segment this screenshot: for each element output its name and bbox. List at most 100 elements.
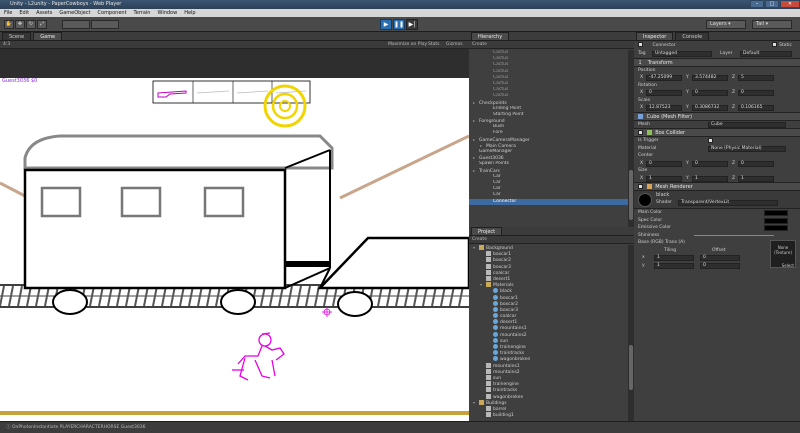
mesh-filter-header[interactable]: Cube (Mesh Filter) [634, 111, 800, 121]
box-collider-enabled-checkbox[interactable] [638, 130, 643, 135]
mesh-renderer-header[interactable]: Mesh Renderer [634, 182, 800, 191]
position-y-field[interactable]: 3.574482 [692, 75, 728, 81]
global-toggle[interactable] [91, 20, 119, 29]
menu-edit[interactable]: Edit [19, 10, 29, 16]
spec-color-swatch[interactable] [764, 217, 788, 224]
menu-window[interactable]: Window [157, 10, 177, 16]
minimize-button[interactable]: – [750, 0, 764, 8]
hierarchy-create-button[interactable]: Create [472, 42, 487, 47]
box-collider-header[interactable]: Box Collider [634, 128, 800, 137]
aspect-dropdown[interactable]: 4:3 [3, 42, 10, 47]
game-scene-drawing [0, 80, 469, 381]
scale-y-field[interactable]: 0.3086732 [692, 105, 728, 111]
rotation-z-field[interactable]: 0 [738, 90, 774, 96]
rotation-x-field[interactable]: 0 [646, 90, 682, 96]
menu-file[interactable]: File [4, 10, 12, 16]
menu-assets[interactable]: Assets [36, 10, 52, 16]
tag-dropdown[interactable]: Untagged [652, 51, 712, 57]
static-toggle[interactable]: Static [772, 41, 792, 50]
layers-dropdown[interactable]: Layers ▾ [706, 20, 746, 29]
maximize-button[interactable]: □ [765, 0, 779, 8]
center-label-row: Center [634, 152, 800, 160]
crosshair-icon [322, 307, 332, 317]
project-create-button[interactable]: Create [472, 237, 487, 242]
rotate-tool-icon[interactable]: ↻ [26, 20, 36, 29]
scale-tool-icon[interactable]: ⤢ [37, 20, 47, 29]
game-viewport[interactable]: Guest3036 $0 [0, 78, 469, 421]
position-x-field[interactable]: -47.25099 [646, 75, 682, 81]
menu-help[interactable]: Help [184, 10, 195, 16]
texture-file-icon [486, 387, 491, 393]
menu-gameobject[interactable]: GameObject [59, 10, 90, 16]
stats-toggle[interactable]: Stats [428, 41, 440, 49]
maximize-on-play-toggle[interactable]: Maximize on Play [388, 41, 427, 49]
tab-inspector[interactable]: Inspector [636, 32, 674, 40]
texture-select-button[interactable]: Select [782, 262, 794, 270]
pivot-toggle[interactable] [62, 20, 90, 29]
layer-dropdown[interactable]: Default [740, 51, 792, 57]
size-z-field[interactable]: 1 [738, 175, 774, 182]
mesh-field[interactable]: Cube [708, 121, 786, 128]
main-toolbar: ✋ ✥ ↻ ⤢ ▶ ❚❚ ▶| Layers ▾ Tall ▾ [0, 17, 800, 32]
active-checkbox[interactable] [638, 42, 643, 47]
move-tool-icon[interactable]: ✥ [15, 20, 25, 29]
close-button[interactable]: ✕ [780, 0, 800, 8]
main-color-swatch[interactable] [764, 210, 788, 216]
size-y-field[interactable]: 1 [692, 175, 728, 182]
material-icon [493, 313, 498, 319]
hierarchy-item-label: Cactus [493, 50, 509, 55]
project-item[interactable]: building1 [469, 412, 628, 418]
transform-header[interactable]: ↧ Transform [634, 57, 800, 67]
mesh-renderer-enabled-checkbox[interactable] [638, 184, 643, 189]
position-z-field[interactable]: 5 [738, 75, 774, 81]
project-item-label: building1 [493, 413, 514, 419]
tab-project[interactable]: Project [471, 227, 503, 235]
tab-scene[interactable]: Scene [2, 32, 32, 40]
project-item-label: mountains1 [500, 326, 527, 332]
hierarchy-toolbar: Create [469, 41, 634, 49]
hierarchy-item[interactable]: Connector [469, 198, 628, 205]
play-button[interactable]: ▶ [380, 19, 392, 30]
step-button[interactable]: ▶| [406, 19, 418, 30]
rotation-y-field[interactable]: 0 [692, 90, 728, 96]
tab-game[interactable]: Game [33, 32, 63, 40]
material-icon [493, 344, 498, 349]
x-label: X [640, 90, 644, 95]
scale-x-field[interactable]: 12.87523 [646, 105, 682, 111]
pause-button[interactable]: ❚❚ [393, 19, 405, 30]
scale-row: X 12.87523 Y 0.3086732 Z 0.106165 [634, 104, 800, 112]
shininess-slider[interactable] [694, 234, 774, 236]
position-label-row: Position [634, 67, 800, 75]
hierarchy-item-label: Cactus [493, 68, 509, 74]
hierarchy-item-label: Cactus [493, 56, 509, 62]
collider-material-label: Material [638, 145, 657, 151]
center-x-field[interactable]: 0 [646, 160, 682, 167]
collider-material-field[interactable]: None (Physic Material) [708, 145, 786, 152]
emissive-color-swatch[interactable] [764, 225, 788, 231]
size-x-field[interactable]: 1 [646, 175, 682, 182]
material-icon [493, 350, 498, 356]
tiling-y-field[interactable]: 1 [654, 262, 694, 269]
hierarchy-item-label: GameCameraManager [479, 137, 530, 143]
static-checkbox[interactable] [772, 42, 778, 47]
is-trigger-checkbox[interactable] [708, 138, 713, 143]
tab-console[interactable]: Console [675, 32, 710, 40]
offset-x-field[interactable]: 0 [700, 255, 740, 261]
project-scroll-thumb[interactable] [629, 345, 633, 390]
object-name[interactable]: Connector [652, 43, 675, 48]
project-item-label: boxcar2 [500, 301, 518, 307]
scale-z-field[interactable]: 0.106165 [738, 105, 774, 111]
hierarchy-scroll-thumb[interactable] [629, 170, 633, 220]
offset-y-field[interactable]: 0 [700, 262, 740, 269]
center-row: X 0 Y 0 Z 0 [634, 160, 800, 168]
tiling-x-field[interactable]: 1 [654, 255, 694, 261]
layout-dropdown[interactable]: Tall ▾ [752, 20, 792, 29]
center-y-field[interactable]: 0 [692, 160, 728, 167]
tab-hierarchy[interactable]: Hierarchy [471, 32, 510, 40]
menu-component[interactable]: Component [98, 10, 127, 16]
center-z-field[interactable]: 0 [738, 160, 774, 167]
menu-terrain[interactable]: Terrain [134, 10, 151, 16]
hand-tool-icon[interactable]: ✋ [4, 20, 14, 29]
gizmos-toggle[interactable]: Gizmos [446, 41, 463, 49]
shader-dropdown[interactable]: Transparent/VertexLit [678, 200, 778, 206]
